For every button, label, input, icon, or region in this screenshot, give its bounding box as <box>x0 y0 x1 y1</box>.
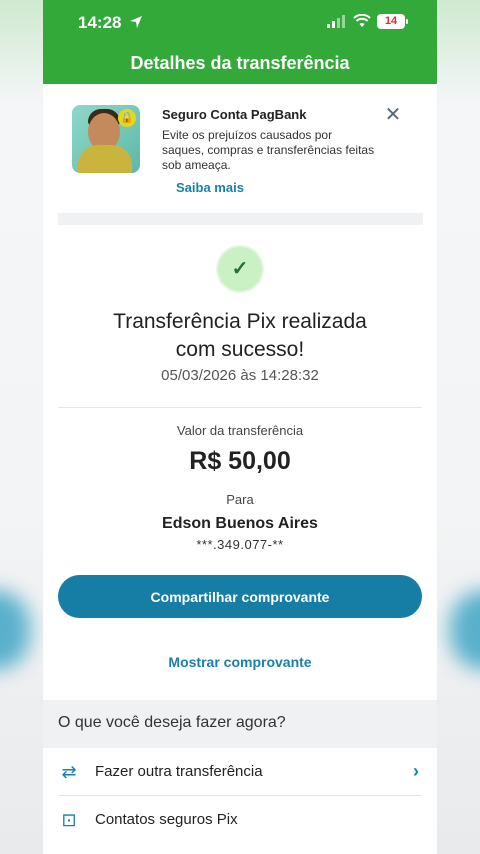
check-icon: ✓ <box>231 258 249 280</box>
success-title-line1: Transferência Pix realizada <box>113 310 367 333</box>
wifi-icon <box>353 14 371 27</box>
phone-screen: 14:28 14 Detalhes da transferência 🔒 Seg… <box>43 0 437 854</box>
close-icon[interactable]: ✕ <box>384 105 402 125</box>
next-actions-title: O que você deseja fazer agora? <box>58 714 286 731</box>
recipient-document: ***.349.077-** <box>196 537 284 552</box>
background-blur-right <box>437 0 480 854</box>
battery-indicator: 14 <box>377 14 405 29</box>
list-item-label: Fazer outra transferência <box>95 763 263 780</box>
success-title: Transferência Pix realizada com sucesso! <box>43 308 437 364</box>
transfer-value: R$ 50,00 <box>189 447 291 475</box>
learn-more-link[interactable]: Saiba mais <box>176 180 244 195</box>
share-receipt-button[interactable]: Compartilhar comprovante <box>58 575 422 618</box>
status-time: 14:28 <box>78 13 122 32</box>
recipient-label: Para <box>226 492 254 507</box>
promo-title: Seguro Conta PagBank <box>162 107 307 122</box>
battery-level: 14 <box>384 15 398 27</box>
lock-icon: 🔒 <box>118 109 136 127</box>
promo-text: Evite os prejuízos causados por saques, … <box>162 128 375 172</box>
show-receipt-link[interactable]: Mostrar comprovante <box>43 654 437 670</box>
location-arrow-icon <box>130 16 142 28</box>
transfer-arrows-icon: ⇄ <box>61 762 77 782</box>
list-item-safe-contacts[interactable]: ⊡ Contatos seguros Pix <box>43 796 437 844</box>
insurance-promo-card: 🔒 Seguro Conta PagBank Evite os prejuízo… <box>43 84 437 214</box>
page-title: Detalhes da transferência <box>43 44 437 84</box>
contact-shield-icon: ⊡ <box>61 810 77 830</box>
status-bar: 14:28 14 <box>43 0 437 44</box>
success-check-badge: ✓ <box>218 247 262 291</box>
list-item-another-transfer[interactable]: ⇄ Fazer outra transferência › <box>43 748 437 796</box>
background-blur-left <box>0 0 43 854</box>
next-actions-header: O que você deseja fazer agora? <box>43 700 437 748</box>
battery-tip <box>406 19 408 24</box>
recipient-name: Edson Buenos Aires <box>162 515 318 532</box>
transfer-datetime: 05/03/2026 às 14:28:32 <box>161 367 319 384</box>
chevron-right-icon: › <box>413 761 419 781</box>
section-divider <box>58 213 423 225</box>
success-title-line2: com sucesso! <box>175 338 305 361</box>
value-label: Valor da transferência <box>176 423 304 438</box>
list-item-label: Contatos seguros Pix <box>95 811 238 828</box>
signal-icon <box>327 15 345 28</box>
divider <box>58 407 422 408</box>
promo-image: 🔒 <box>72 105 140 173</box>
